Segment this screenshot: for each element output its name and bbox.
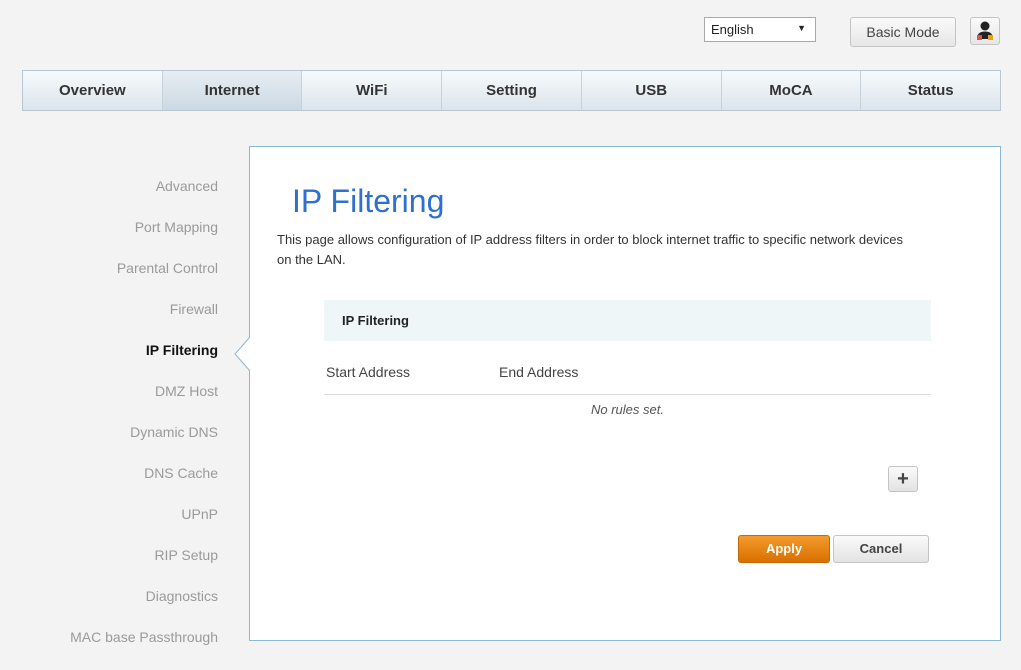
main-nav: Overview Internet WiFi Setting USB MoCA … [22,70,1001,111]
page-description: This page allows configuration of IP add… [277,232,903,267]
active-item-pointer [234,337,260,371]
dropdown-arrow-icon: ▼ [797,23,806,33]
empty-state-text: No rules set. [591,402,664,417]
user-icon [977,21,993,40]
user-account-button[interactable] [970,17,1000,45]
basic-mode-button[interactable]: Basic Mode [850,17,956,47]
sidebar-item-advanced[interactable]: Advanced [0,166,218,207]
add-rule-button[interactable]: + [888,466,918,492]
section-header: IP Filtering [324,300,931,341]
language-select[interactable]: English ▼ [704,17,816,42]
sidebar-item-diagnostics[interactable]: Diagnostics [0,576,218,617]
sidebar-item-upnp[interactable]: UPnP [0,494,218,535]
tab-status[interactable]: Status [861,71,1000,110]
sidebar-item-parental-control[interactable]: Parental Control [0,248,218,289]
column-header-start-address: Start Address [326,364,411,380]
tab-moca[interactable]: MoCA [722,71,862,110]
sidebar-item-firewall[interactable]: Firewall [0,289,218,330]
tab-setting[interactable]: Setting [442,71,582,110]
tab-overview[interactable]: Overview [23,71,163,110]
sidebar-item-dynamic-dns[interactable]: Dynamic DNS [0,412,218,453]
tab-usb[interactable]: USB [582,71,722,110]
language-select-value: English [711,22,754,37]
page-title: IP Filtering [292,183,445,219]
apply-button[interactable]: Apply [738,535,830,563]
tab-internet[interactable]: Internet [162,71,303,110]
sidebar-item-ip-filtering[interactable]: IP Filtering [0,330,218,371]
sidebar-item-port-mapping[interactable]: Port Mapping [0,207,218,248]
column-header-end-address: End Address [499,364,579,380]
sidebar-item-mac-base-passthrough[interactable]: MAC base Passthrough [0,617,218,658]
sidebar: Advanced Port Mapping Parental Control F… [0,166,218,658]
sidebar-item-dmz-host[interactable]: DMZ Host [0,371,218,412]
cancel-button[interactable]: Cancel [833,535,929,563]
sidebar-item-rip-setup[interactable]: RIP Setup [0,535,218,576]
tab-wifi[interactable]: WiFi [302,71,443,110]
sidebar-item-dns-cache[interactable]: DNS Cache [0,453,218,494]
table-divider [324,394,931,395]
